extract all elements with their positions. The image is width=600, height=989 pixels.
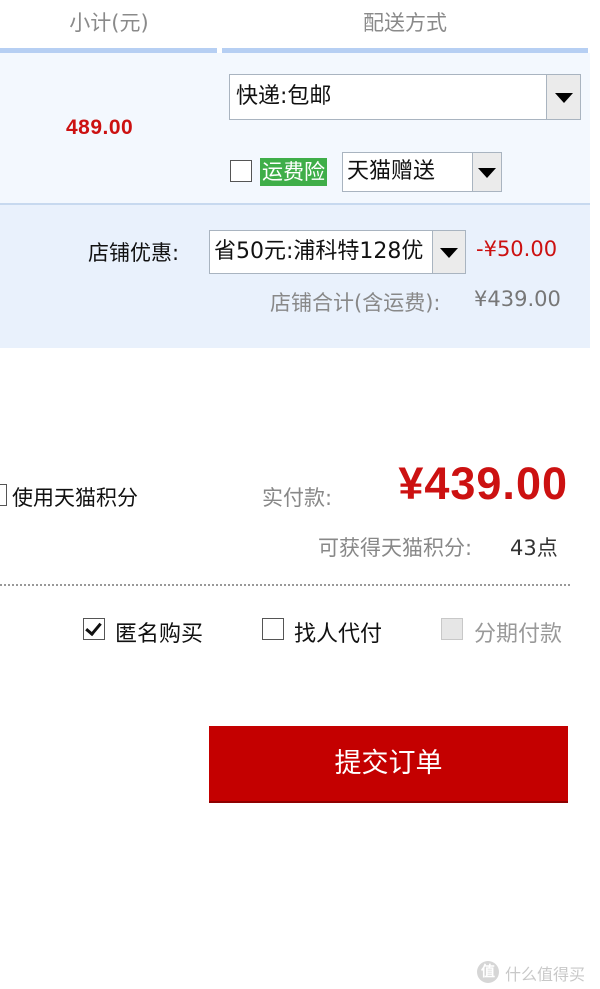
chevron-down-icon — [478, 168, 496, 178]
freight-insurance-checkbox[interactable] — [230, 160, 252, 182]
earn-points-label: 可获得天猫积分: — [318, 536, 473, 560]
chevron-down-icon — [554, 93, 573, 103]
shop-discount-amount: -¥50.00 — [476, 237, 558, 261]
freight-insurance-select[interactable]: 天猫赠送 — [342, 152, 502, 192]
anonymous-purchase-checkbox[interactable] — [83, 618, 105, 640]
item-subtotal: 489.00 — [66, 116, 134, 139]
shop-total-label: 店铺合计(含运费): — [270, 291, 441, 315]
column-header-subtotal: 小计(元) — [69, 11, 149, 35]
installment-checkbox — [441, 618, 463, 640]
shipping-dropdown-button[interactable] — [546, 75, 580, 119]
earn-points-value: 43点 — [510, 536, 558, 560]
shipping-method-select[interactable]: 快递:包邮 — [229, 74, 581, 120]
pay-amount: ¥439.00 — [398, 458, 568, 509]
shop-discount-dropdown-button[interactable] — [432, 231, 465, 273]
installment-label: 分期付款 — [474, 622, 563, 647]
shop-discount-value: 省50元:浦科特128优 — [214, 239, 424, 264]
anonymous-purchase-label: 匿名购买 — [115, 622, 204, 647]
shop-summary — [0, 205, 590, 348]
use-points-checkbox[interactable] — [0, 484, 7, 506]
column-header-shipping: 配送方式 — [363, 11, 447, 35]
shipping-method-value: 快递:包邮 — [236, 84, 332, 109]
pay-for-me-checkbox[interactable] — [262, 618, 284, 640]
chevron-down-icon — [440, 248, 458, 258]
freight-insurance-value: 天猫赠送 — [347, 159, 436, 184]
watermark-logo-icon: 值 — [477, 961, 499, 983]
pay-for-me-label: 找人代付 — [294, 622, 383, 647]
freight-insurance-dropdown-button[interactable] — [472, 153, 501, 191]
summary-divider — [0, 584, 570, 586]
pay-amount-label: 实付款: — [262, 486, 333, 510]
submit-order-button[interactable]: 提交订单 — [209, 726, 568, 801]
shop-discount-select[interactable]: 省50元:浦科特128优 — [209, 230, 466, 274]
use-points-label: 使用天猫积分 — [12, 486, 138, 510]
shop-total-value: ¥439.00 — [474, 287, 561, 311]
watermark-text: 什么值得买 — [505, 965, 586, 984]
freight-insurance-label: 运费险 — [260, 158, 327, 186]
shop-discount-label: 店铺优惠: — [88, 241, 180, 265]
